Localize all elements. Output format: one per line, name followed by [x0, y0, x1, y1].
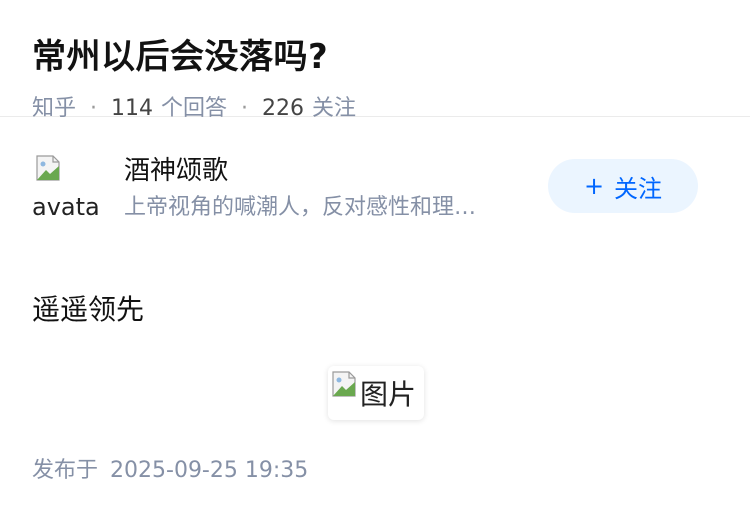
publish-time: 2025-09-25 19:35: [110, 458, 309, 483]
avatar-alt-text: avatar: [32, 193, 98, 219]
image-alt-text: 图片: [360, 378, 417, 411]
author-bio: 上帝视角的喊潮人，反对感性和理…: [124, 195, 477, 220]
author-name[interactable]: 酒神颂歌: [124, 153, 228, 189]
plus-icon: +: [583, 172, 605, 200]
publish-label: 发布于: [32, 458, 99, 483]
broken-image-icon: [36, 155, 60, 181]
follow-label: 关注: [614, 174, 663, 203]
question-header: 常州以后会没落吗? 知乎 · 114 个回答 · 226 关注: [0, 0, 750, 121]
publish-info: 发布于 2025-09-25 19:35: [32, 456, 308, 486]
answer-image[interactable]: 图片: [328, 366, 424, 420]
broken-image-icon: [332, 371, 356, 397]
question-title[interactable]: 常州以后会没落吗?: [32, 34, 718, 80]
answer-card: avatar 酒神颂歌 上帝视角的喊潮人，反对感性和理… + 关注: [0, 117, 750, 223]
answer-content: 遥遥领先: [32, 293, 145, 326]
follow-button[interactable]: + 关注: [548, 159, 698, 213]
avatar[interactable]: avatar: [32, 153, 98, 219]
author-row: avatar 酒神颂歌 上帝视角的喊潮人，反对感性和理… + 关注: [32, 117, 718, 223]
